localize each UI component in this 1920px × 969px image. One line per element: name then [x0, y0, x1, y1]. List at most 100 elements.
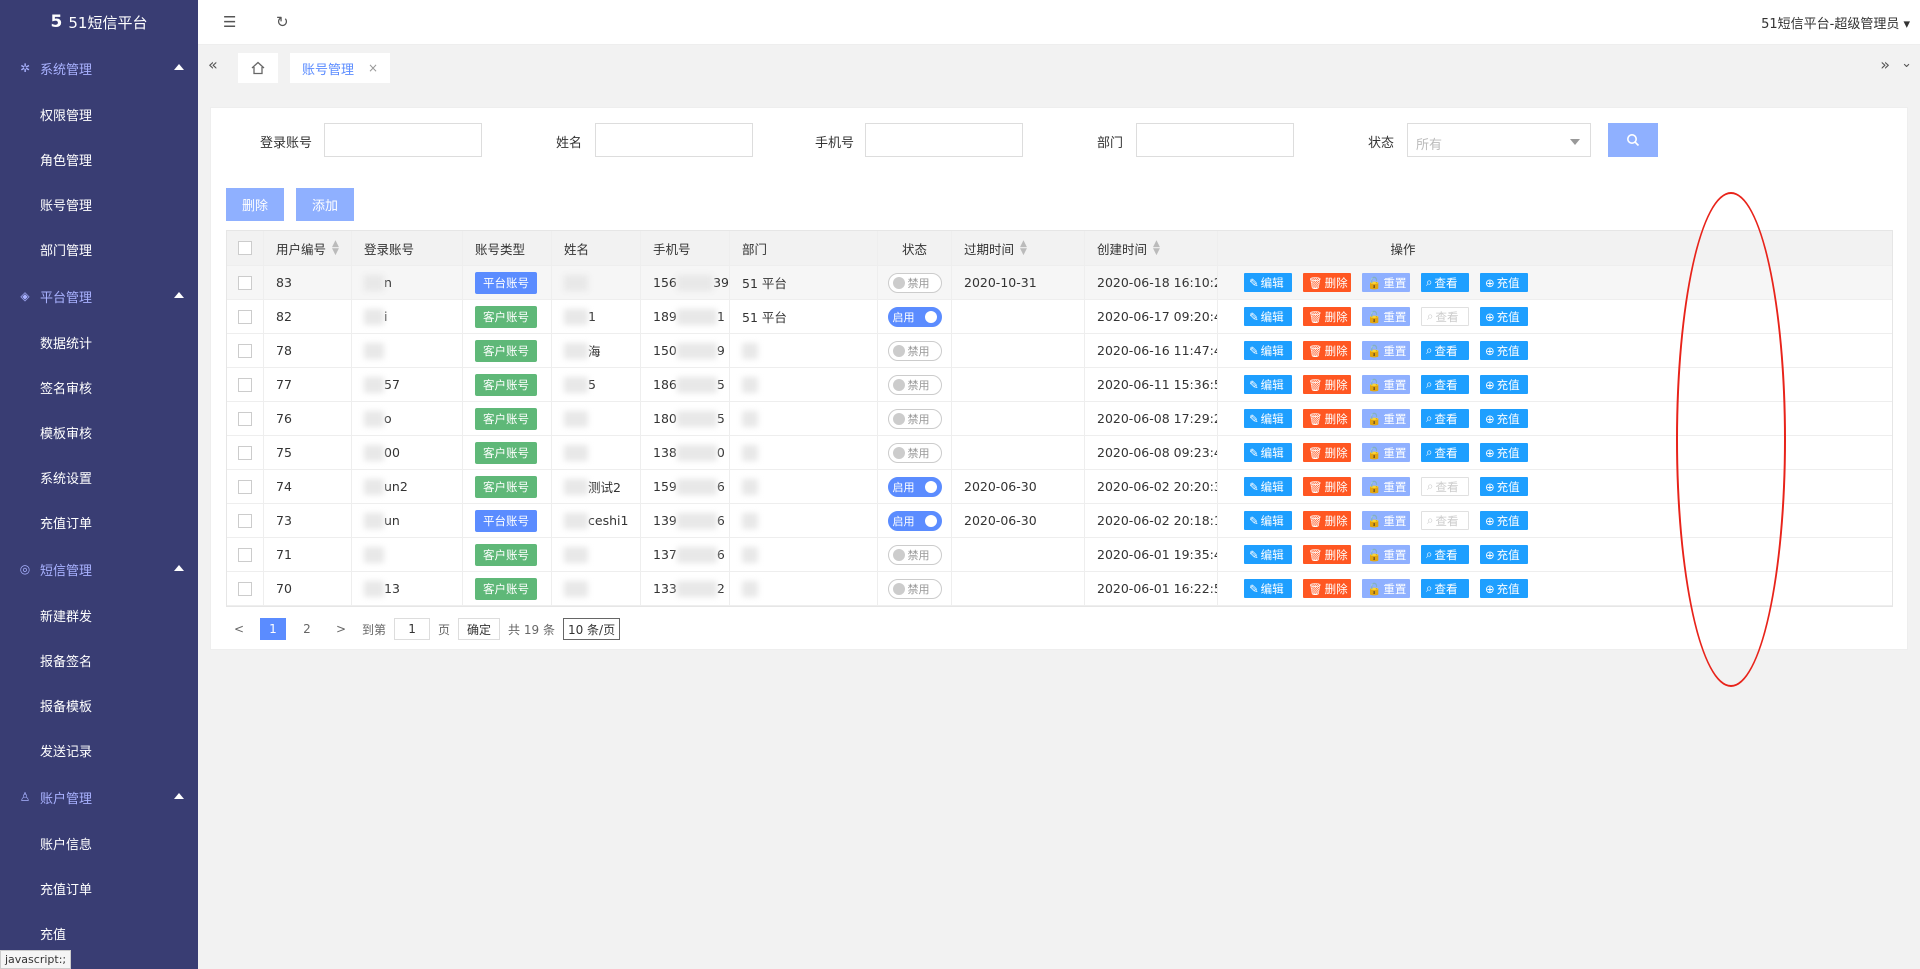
delete-button[interactable]: 🗑 删除	[1303, 579, 1351, 598]
status-toggle[interactable]: 启用	[887, 306, 942, 327]
column-header[interactable]: 过期时间 ▲ ▼	[952, 231, 1085, 265]
sidebar-group[interactable]: ◈ 平台管理	[0, 272, 198, 320]
prev-page-button[interactable]: <	[226, 618, 252, 640]
sidebar-item[interactable]: 系统设置	[0, 455, 198, 500]
recharge-button[interactable]: ⊕ 充值	[1480, 375, 1528, 394]
sort-icon[interactable]: ▲ ▼	[1153, 240, 1160, 257]
sidebar-item[interactable]: 账户信息	[0, 821, 198, 866]
reset-button[interactable]: 🔓 重置	[1362, 375, 1410, 394]
page-size-select[interactable]: 10 条/页	[562, 618, 621, 640]
delete-button[interactable]: 🗑 删除	[1303, 477, 1351, 496]
reset-button[interactable]: 🔓 重置	[1362, 579, 1410, 598]
name-input[interactable]	[595, 123, 753, 157]
view-button[interactable]: ⌕ 查看	[1421, 545, 1469, 564]
reset-button[interactable]: 🔓 重置	[1362, 477, 1410, 496]
dept-input[interactable]	[1136, 123, 1294, 157]
recharge-button[interactable]: ⊕ 充值	[1480, 477, 1528, 496]
recharge-button[interactable]: ⊕ 充值	[1480, 511, 1528, 530]
delete-button[interactable]: 🗑 删除	[1303, 443, 1351, 462]
sort-icon[interactable]: ▲ ▼	[332, 240, 339, 257]
reset-button[interactable]: 🔓 重置	[1362, 545, 1410, 564]
column-header[interactable]: 用户编号 ▲ ▼	[264, 231, 352, 265]
edit-button[interactable]: ✎ 编辑	[1244, 307, 1292, 326]
status-toggle[interactable]: 禁用	[887, 544, 942, 565]
delete-button[interactable]: 🗑 删除	[1303, 511, 1351, 530]
delete-button[interactable]: 🗑 删除	[1303, 409, 1351, 428]
view-button[interactable]: ⌕ 查看	[1421, 477, 1469, 496]
view-button[interactable]: ⌕ 查看	[1421, 307, 1469, 326]
delete-button[interactable]: 删除	[226, 188, 284, 221]
view-button[interactable]: ⌕ 查看	[1421, 443, 1469, 462]
select-all-checkbox[interactable]	[238, 241, 252, 255]
sidebar-item[interactable]: 角色管理	[0, 137, 198, 182]
view-button[interactable]: ⌕ 查看	[1421, 273, 1469, 292]
row-checkbox[interactable]	[238, 275, 252, 290]
row-checkbox[interactable]	[238, 343, 252, 358]
tab-close-icon[interactable]: ×	[368, 61, 378, 75]
sidebar-item[interactable]: 签名审核	[0, 365, 198, 410]
edit-button[interactable]: ✎ 编辑	[1244, 273, 1292, 292]
status-toggle[interactable]: 禁用	[887, 340, 942, 361]
reset-button[interactable]: 🔓 重置	[1362, 409, 1410, 428]
row-checkbox[interactable]	[238, 377, 252, 392]
user-menu[interactable]: 51短信平台-超级管理员 ▾	[1761, 13, 1910, 32]
status-toggle[interactable]: 禁用	[887, 374, 942, 395]
status-toggle[interactable]: 禁用	[887, 272, 942, 293]
edit-button[interactable]: ✎ 编辑	[1244, 511, 1292, 530]
page-2-button[interactable]: 2	[294, 618, 320, 640]
edit-button[interactable]: ✎ 编辑	[1244, 409, 1292, 428]
view-button[interactable]: ⌕ 查看	[1421, 375, 1469, 394]
edit-button[interactable]: ✎ 编辑	[1244, 579, 1292, 598]
status-toggle[interactable]: 启用	[887, 510, 942, 531]
confirm-page-button[interactable]: 确定	[458, 618, 501, 640]
next-page-button[interactable]: >	[328, 618, 354, 640]
recharge-button[interactable]: ⊕ 充值	[1480, 307, 1528, 326]
sidebar-item[interactable]: 模板审核	[0, 410, 198, 455]
column-header[interactable]: 创建时间 ▲ ▼	[1085, 231, 1218, 265]
sidebar-item[interactable]: 部门管理	[0, 227, 198, 272]
page-1-button[interactable]: 1	[260, 618, 286, 640]
recharge-button[interactable]: ⊕ 充值	[1480, 443, 1528, 462]
recharge-button[interactable]: ⊕ 充值	[1480, 341, 1528, 360]
tabs-dropdown-icon[interactable]: ⌄	[1901, 56, 1912, 71]
row-checkbox[interactable]	[238, 479, 252, 494]
row-checkbox[interactable]	[238, 309, 252, 324]
sort-icon[interactable]: ▲ ▼	[1020, 240, 1027, 257]
recharge-button[interactable]: ⊕ 充值	[1480, 409, 1528, 428]
edit-button[interactable]: ✎ 编辑	[1244, 477, 1292, 496]
sidebar-item[interactable]: 发送记录	[0, 728, 198, 773]
edit-button[interactable]: ✎ 编辑	[1244, 545, 1292, 564]
logo[interactable]: 5 51短信平台	[0, 0, 198, 44]
menu-collapse-icon[interactable]: ☰	[223, 13, 236, 31]
delete-button[interactable]: 🗑 删除	[1303, 545, 1351, 564]
search-button[interactable]	[1608, 123, 1658, 157]
add-button[interactable]: 添加	[296, 188, 354, 221]
sidebar-item[interactable]: 数据统计	[0, 320, 198, 365]
login-input[interactable]	[324, 123, 482, 157]
page-input[interactable]: 1	[394, 618, 431, 640]
row-checkbox[interactable]	[238, 581, 252, 596]
status-toggle[interactable]: 禁用	[887, 442, 942, 463]
sidebar-group[interactable]: ◎ 短信管理	[0, 545, 198, 593]
status-toggle[interactable]: 启用	[887, 476, 942, 497]
reset-button[interactable]: 🔓 重置	[1362, 273, 1410, 292]
sidebar-item[interactable]: 权限管理	[0, 92, 198, 137]
status-toggle[interactable]: 禁用	[887, 408, 942, 429]
tab-home[interactable]	[238, 53, 278, 83]
edit-button[interactable]: ✎ 编辑	[1244, 341, 1292, 360]
delete-button[interactable]: 🗑 删除	[1303, 273, 1351, 292]
refresh-icon[interactable]: ↻	[276, 13, 289, 31]
reset-button[interactable]: 🔓 重置	[1362, 511, 1410, 530]
row-checkbox[interactable]	[238, 513, 252, 528]
sidebar-item[interactable]: 新建群发	[0, 593, 198, 638]
sidebar-group[interactable]: ♙ 账户管理	[0, 773, 198, 821]
sidebar-item[interactable]: 报备模板	[0, 683, 198, 728]
edit-button[interactable]: ✎ 编辑	[1244, 375, 1292, 394]
recharge-button[interactable]: ⊕ 充值	[1480, 273, 1528, 292]
status-select[interactable]: 所有	[1407, 123, 1591, 157]
reset-button[interactable]: 🔓 重置	[1362, 307, 1410, 326]
edit-button[interactable]: ✎ 编辑	[1244, 443, 1292, 462]
delete-button[interactable]: 🗑 删除	[1303, 307, 1351, 326]
sidebar-item[interactable]: 账号管理	[0, 182, 198, 227]
sidebar-group[interactable]: ✲ 系统管理	[0, 44, 198, 92]
